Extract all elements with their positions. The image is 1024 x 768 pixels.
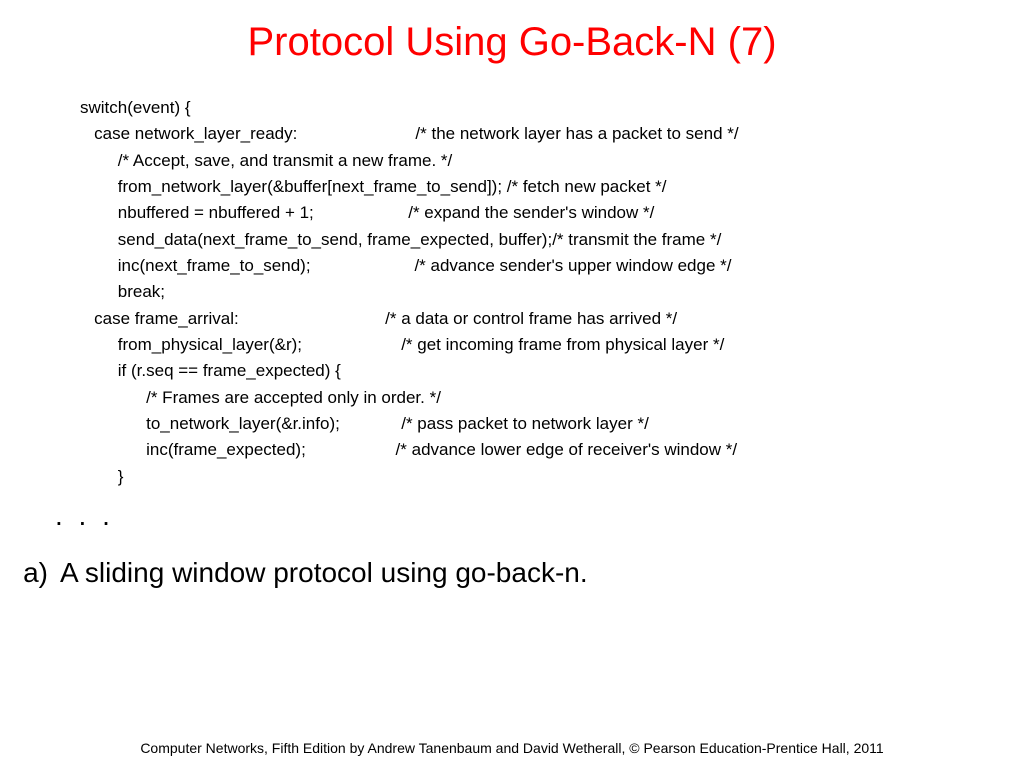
code-line: case frame_arrival: /* a data or control…	[80, 306, 1024, 332]
code-line: break;	[80, 279, 1024, 305]
code-line: from_network_layer(&buffer[next_frame_to…	[80, 174, 1024, 200]
code-block: switch(event) { case network_layer_ready…	[0, 95, 1024, 490]
caption: a) A sliding window protocol using go-ba…	[0, 557, 1024, 589]
code-line: nbuffered = nbuffered + 1; /* expand the…	[80, 200, 1024, 226]
code-line: to_network_layer(&r.info); /* pass packe…	[80, 411, 1024, 437]
code-line: from_physical_layer(&r); /* get incoming…	[80, 332, 1024, 358]
code-line: inc(next_frame_to_send); /* advance send…	[80, 253, 1024, 279]
footer-citation: Computer Networks, Fifth Edition by Andr…	[0, 740, 1024, 756]
code-line: switch(event) {	[80, 95, 1024, 121]
code-line: /* Accept, save, and transmit a new fram…	[80, 148, 1024, 174]
code-line: /* Frames are accepted only in order. */	[80, 385, 1024, 411]
slide-title: Protocol Using Go-Back-N (7)	[0, 0, 1024, 95]
code-line: send_data(next_frame_to_send, frame_expe…	[80, 227, 1024, 253]
code-line: inc(frame_expected); /* advance lower ed…	[80, 437, 1024, 463]
code-line: }	[80, 464, 1024, 490]
continuation-ellipsis: . . .	[0, 500, 1024, 532]
code-line: case network_layer_ready: /* the network…	[80, 121, 1024, 147]
caption-label: a)	[0, 557, 60, 589]
caption-text: A sliding window protocol using go-back-…	[60, 557, 1024, 589]
code-line: if (r.seq == frame_expected) {	[80, 358, 1024, 384]
